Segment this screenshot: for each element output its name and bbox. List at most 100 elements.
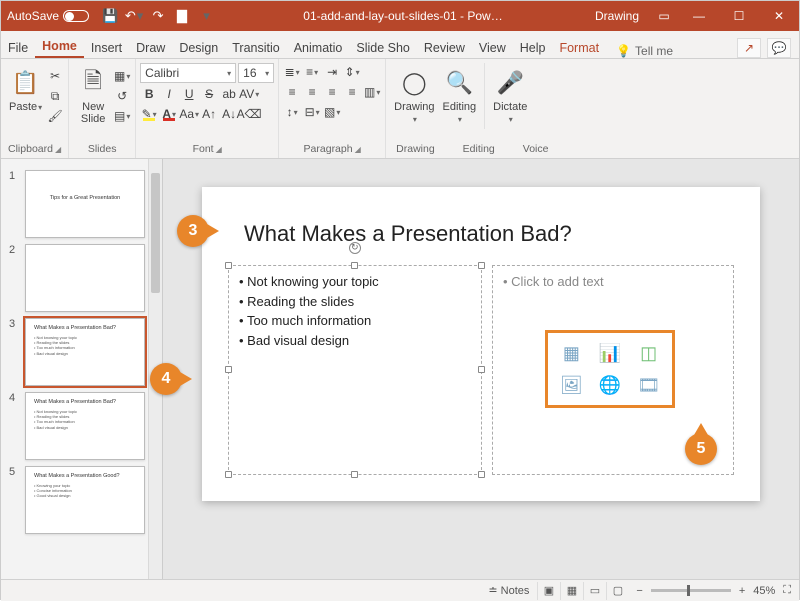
resize-handle[interactable] xyxy=(225,366,232,373)
reset-slide-icon[interactable]: ↺ xyxy=(113,87,131,105)
resize-handle[interactable] xyxy=(478,471,485,478)
decrease-font-icon[interactable]: A↓ xyxy=(220,105,238,123)
save-icon[interactable]: 💾 xyxy=(101,7,119,25)
insert-picture-icon[interactable]: 🖼 xyxy=(554,371,589,399)
section-icon[interactable]: ▤▾ xyxy=(113,107,131,125)
thumbnail-2[interactable]: 2 xyxy=(1,241,162,315)
align-center-icon[interactable]: ≡ xyxy=(303,83,321,101)
comments-icon[interactable]: 💬 xyxy=(767,38,791,58)
text-direction-icon[interactable]: ↕▾ xyxy=(283,103,301,121)
editing-dropdown[interactable]: 🔍 Editing▾ xyxy=(439,63,481,129)
bold-icon[interactable]: B xyxy=(140,85,158,103)
resize-handle[interactable] xyxy=(478,366,485,373)
underline-icon[interactable]: U xyxy=(180,85,198,103)
align-left-icon[interactable]: ≡ xyxy=(283,83,301,101)
align-text-icon[interactable]: ⊟▾ xyxy=(303,103,321,121)
dialog-launcher-icon[interactable]: ◢ xyxy=(55,145,61,154)
highlight-color-icon[interactable]: ✎▾ xyxy=(140,105,158,123)
insert-online-picture-icon[interactable]: 🌐 xyxy=(593,371,628,399)
normal-view-icon[interactable]: ▣ xyxy=(537,582,559,600)
resize-handle[interactable] xyxy=(351,471,358,478)
tab-help[interactable]: Help xyxy=(513,37,553,58)
zoom-slider[interactable] xyxy=(651,589,731,592)
fit-to-window-icon[interactable]: ⛶ xyxy=(783,584,791,597)
share-icon[interactable]: ↗ xyxy=(737,38,761,58)
cut-icon[interactable]: ✂ xyxy=(46,67,64,85)
tab-slideshow[interactable]: Slide Sho xyxy=(349,37,417,58)
dialog-launcher-icon[interactable]: ◢ xyxy=(355,145,361,154)
font-name-selector[interactable]: Calibri▾ xyxy=(140,63,236,83)
strikethrough-icon[interactable]: S xyxy=(200,85,218,103)
undo-icon[interactable]: ↶▾ xyxy=(125,7,143,25)
reading-view-icon[interactable]: ▭ xyxy=(583,582,605,600)
layout-icon[interactable]: ▦▾ xyxy=(113,67,131,85)
tab-draw[interactable]: Draw xyxy=(129,37,172,58)
slideshow-view-icon[interactable]: ▢ xyxy=(606,582,628,600)
close-icon[interactable]: ✕ xyxy=(759,1,799,31)
content-textbox-left[interactable]: Not knowing your topic Reading the slide… xyxy=(228,265,482,475)
align-right-icon[interactable]: ≡ xyxy=(323,83,341,101)
slide-sorter-icon[interactable]: ▦ xyxy=(560,582,582,600)
toggle-off-icon[interactable] xyxy=(63,10,89,22)
resize-handle[interactable] xyxy=(225,262,232,269)
smartart-convert-icon[interactable]: ▧▾ xyxy=(323,103,341,121)
thumbnail-1[interactable]: 1 Tips for a Great Presentation xyxy=(1,167,162,241)
tab-file[interactable]: File xyxy=(1,37,35,58)
character-spacing-icon[interactable]: AV▾ xyxy=(240,85,258,103)
rotate-handle-icon[interactable] xyxy=(349,242,361,254)
new-slide-button[interactable]: 🗎 New Slide xyxy=(73,63,113,129)
increase-indent-icon[interactable]: ⇥ xyxy=(323,63,341,81)
notes-button[interactable]: ≐ Notes xyxy=(488,584,529,597)
clear-formatting-icon[interactable]: A⌫ xyxy=(240,105,258,123)
maximize-icon[interactable]: ☐ xyxy=(719,1,759,31)
dictate-button[interactable]: 🎤 Dictate▾ xyxy=(489,63,531,129)
insert-video-icon[interactable]: 🎞 xyxy=(631,371,666,399)
insert-chart-icon[interactable]: 📊 xyxy=(593,339,628,367)
start-from-beginning-icon[interactable]: ▇ xyxy=(173,7,191,25)
slide-title[interactable]: What Makes a Presentation Bad? xyxy=(244,221,572,247)
zoom-out-icon[interactable]: − xyxy=(636,585,642,597)
tab-insert[interactable]: Insert xyxy=(84,37,129,58)
change-case-icon[interactable]: Aa▾ xyxy=(180,105,198,123)
qat-dropdown-icon[interactable]: ▾ xyxy=(197,7,215,25)
resize-handle[interactable] xyxy=(478,262,485,269)
insert-table-icon[interactable]: ▦ xyxy=(554,339,589,367)
tab-review[interactable]: Review xyxy=(417,37,472,58)
numbering-icon[interactable]: ≡▾ xyxy=(303,63,321,81)
insert-smartart-icon[interactable]: ◫ xyxy=(631,339,666,367)
bullets-icon[interactable]: ≣▾ xyxy=(283,63,301,81)
thumbnail-5[interactable]: 5 What Makes a Presentation Good? • Know… xyxy=(1,463,162,537)
thumbnail-4[interactable]: 4 What Makes a Presentation Bad? • Not k… xyxy=(1,389,162,463)
scrollbar-handle[interactable] xyxy=(151,173,160,293)
thumbnail-3[interactable]: 3 What Makes a Presentation Bad? • Not k… xyxy=(1,315,162,389)
tab-view[interactable]: View xyxy=(472,37,513,58)
line-spacing-icon[interactable]: ⇕▾ xyxy=(343,63,361,81)
tab-home[interactable]: Home xyxy=(35,35,84,58)
increase-font-icon[interactable]: A↑ xyxy=(200,105,218,123)
paste-button[interactable]: 📋 Paste▾ xyxy=(5,63,46,125)
zoom-in-icon[interactable]: + xyxy=(739,585,745,597)
tab-design[interactable]: Design xyxy=(172,37,225,58)
ribbon-display-icon[interactable]: ▭ xyxy=(649,1,679,31)
dialog-launcher-icon[interactable]: ◢ xyxy=(216,145,222,154)
italic-icon[interactable]: I xyxy=(160,85,178,103)
font-color-icon[interactable]: A▾ xyxy=(160,105,178,123)
tell-me-search[interactable]: 💡 Tell me xyxy=(606,44,683,58)
current-slide[interactable]: What Makes a Presentation Bad? Not knowi… xyxy=(202,187,760,501)
minimize-icon[interactable]: — xyxy=(679,1,719,31)
format-painter-icon[interactable]: 🖌 xyxy=(46,107,64,125)
autosave-toggle[interactable]: AutoSave xyxy=(1,9,95,23)
redo-icon[interactable]: ↷ xyxy=(149,7,167,25)
columns-icon[interactable]: ▥▾ xyxy=(363,83,381,101)
text-shadow-icon[interactable]: ab xyxy=(220,85,238,103)
resize-handle[interactable] xyxy=(225,471,232,478)
slide-editor[interactable]: What Makes a Presentation Bad? Not knowi… xyxy=(163,159,799,579)
tab-animations[interactable]: Animatio xyxy=(287,37,350,58)
tab-format[interactable]: Format xyxy=(552,37,606,58)
zoom-level[interactable]: 45% xyxy=(753,585,775,597)
tab-transitions[interactable]: Transitio xyxy=(225,37,286,58)
resize-handle[interactable] xyxy=(351,262,358,269)
drawing-dropdown[interactable]: ◯ Drawing▾ xyxy=(390,63,438,129)
copy-icon[interactable]: ⧉ xyxy=(46,87,64,105)
font-size-selector[interactable]: 16▾ xyxy=(238,63,274,83)
